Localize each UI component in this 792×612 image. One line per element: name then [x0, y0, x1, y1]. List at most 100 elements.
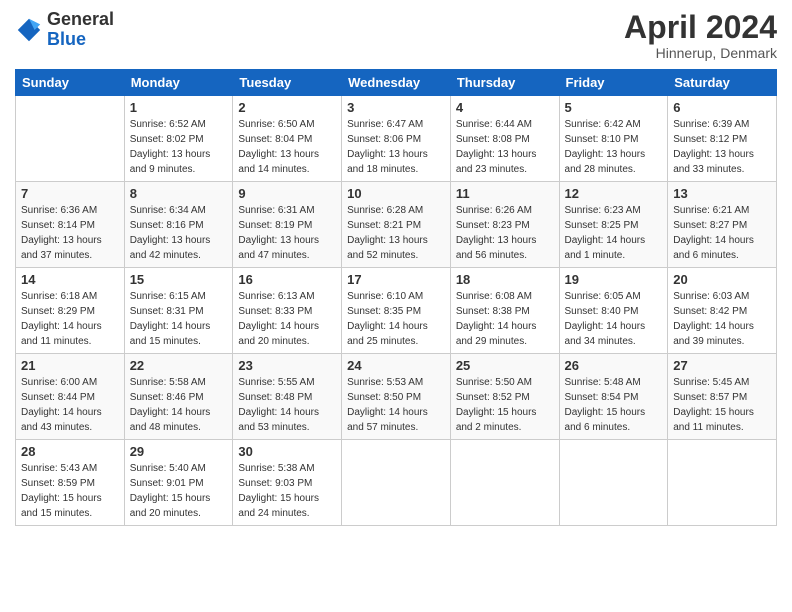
calendar-week-row: 1 Sunrise: 6:52 AMSunset: 8:02 PMDaylight… [16, 96, 777, 182]
calendar-header-thursday: Thursday [450, 70, 559, 96]
day-info: Sunrise: 6:05 AMSunset: 8:40 PMDaylight:… [565, 289, 663, 349]
calendar-cell: 28 Sunrise: 5:43 AMSunset: 8:59 PMDayligh… [16, 440, 125, 526]
calendar-cell: 22 Sunrise: 5:58 AMSunset: 8:46 PMDayligh… [124, 354, 233, 440]
day-info: Sunrise: 5:53 AMSunset: 8:50 PMDaylight:… [347, 375, 445, 435]
day-info: Sunrise: 5:38 AMSunset: 9:03 PMDaylight:… [238, 461, 336, 521]
day-info: Sunrise: 5:58 AMSunset: 8:46 PMDaylight:… [130, 375, 228, 435]
logo: General Blue [15, 10, 114, 50]
day-number: 8 [130, 186, 228, 201]
calendar-table: SundayMondayTuesdayWednesdayThursdayFrid… [15, 69, 777, 526]
day-number: 10 [347, 186, 445, 201]
calendar-cell: 3 Sunrise: 6:47 AMSunset: 8:06 PMDaylight… [342, 96, 451, 182]
day-info: Sunrise: 6:28 AMSunset: 8:21 PMDaylight:… [347, 203, 445, 263]
day-info: Sunrise: 6:42 AMSunset: 8:10 PMDaylight:… [565, 117, 663, 177]
logo-text: General Blue [47, 10, 114, 50]
day-info: Sunrise: 5:48 AMSunset: 8:54 PMDaylight:… [565, 375, 663, 435]
calendar-cell: 8Sunrise: 6:34 AMSunset: 8:16 PMDaylight… [124, 182, 233, 268]
calendar-cell: 5 Sunrise: 6:42 AMSunset: 8:10 PMDaylight… [559, 96, 668, 182]
day-info: Sunrise: 5:50 AMSunset: 8:52 PMDaylight:… [456, 375, 554, 435]
calendar-cell: 30 Sunrise: 5:38 AMSunset: 9:03 PMDayligh… [233, 440, 342, 526]
calendar-cell: 13Sunrise: 6:21 AMSunset: 8:27 PMDayligh… [668, 182, 777, 268]
calendar-header-saturday: Saturday [668, 70, 777, 96]
day-number: 30 [238, 444, 336, 459]
day-info: Sunrise: 6:36 AMSunset: 8:14 PMDaylight:… [21, 203, 119, 263]
day-info: Sunrise: 6:13 AMSunset: 8:33 PMDaylight:… [238, 289, 336, 349]
day-info: Sunrise: 6:52 AMSunset: 8:02 PMDaylight:… [130, 117, 228, 177]
day-info: Sunrise: 6:50 AMSunset: 8:04 PMDaylight:… [238, 117, 336, 177]
calendar-cell: 20Sunrise: 6:03 AMSunset: 8:42 PMDayligh… [668, 268, 777, 354]
day-info: Sunrise: 6:31 AMSunset: 8:19 PMDaylight:… [238, 203, 336, 263]
day-info: Sunrise: 6:47 AMSunset: 8:06 PMDaylight:… [347, 117, 445, 177]
calendar-week-row: 7 Sunrise: 6:36 AMSunset: 8:14 PMDaylight… [16, 182, 777, 268]
page: General Blue April 2024 Hinnerup, Denmar… [0, 0, 792, 541]
calendar-cell: 29Sunrise: 5:40 AMSunset: 9:01 PMDayligh… [124, 440, 233, 526]
subtitle: Hinnerup, Denmark [624, 45, 777, 61]
calendar-header-friday: Friday [559, 70, 668, 96]
day-number: 25 [456, 358, 554, 373]
calendar-cell [16, 96, 125, 182]
day-number: 23 [238, 358, 336, 373]
calendar-cell: 7 Sunrise: 6:36 AMSunset: 8:14 PMDaylight… [16, 182, 125, 268]
day-info: Sunrise: 6:08 AMSunset: 8:38 PMDaylight:… [456, 289, 554, 349]
day-info: Sunrise: 6:39 AMSunset: 8:12 PMDaylight:… [673, 117, 771, 177]
title-area: April 2024 Hinnerup, Denmark [624, 10, 777, 61]
calendar-cell: 17 Sunrise: 6:10 AMSunset: 8:35 PMDayligh… [342, 268, 451, 354]
day-number: 14 [21, 272, 119, 287]
day-info: Sunrise: 6:10 AMSunset: 8:35 PMDaylight:… [347, 289, 445, 349]
calendar-cell: 21Sunrise: 6:00 AMSunset: 8:44 PMDayligh… [16, 354, 125, 440]
calendar-week-row: 28 Sunrise: 5:43 AMSunset: 8:59 PMDayligh… [16, 440, 777, 526]
header: General Blue April 2024 Hinnerup, Denmar… [15, 10, 777, 61]
day-number: 27 [673, 358, 771, 373]
calendar-cell: 25 Sunrise: 5:50 AMSunset: 8:52 PMDayligh… [450, 354, 559, 440]
day-number: 1 [130, 100, 228, 115]
day-number: 6 [673, 100, 771, 115]
day-info: Sunrise: 6:23 AMSunset: 8:25 PMDaylight:… [565, 203, 663, 263]
calendar-cell: 9Sunrise: 6:31 AMSunset: 8:19 PMDaylight… [233, 182, 342, 268]
day-number: 2 [238, 100, 336, 115]
day-number: 4 [456, 100, 554, 115]
day-number: 28 [21, 444, 119, 459]
day-number: 12 [565, 186, 663, 201]
day-info: Sunrise: 6:44 AMSunset: 8:08 PMDaylight:… [456, 117, 554, 177]
logo-blue: Blue [47, 30, 114, 50]
calendar-cell: 16Sunrise: 6:13 AMSunset: 8:33 PMDayligh… [233, 268, 342, 354]
day-number: 13 [673, 186, 771, 201]
calendar-cell: 15Sunrise: 6:15 AMSunset: 8:31 PMDayligh… [124, 268, 233, 354]
calendar-cell: 18Sunrise: 6:08 AMSunset: 8:38 PMDayligh… [450, 268, 559, 354]
calendar-cell: 24 Sunrise: 5:53 AMSunset: 8:50 PMDayligh… [342, 354, 451, 440]
calendar-header-sunday: Sunday [16, 70, 125, 96]
calendar-header-tuesday: Tuesday [233, 70, 342, 96]
day-info: Sunrise: 5:55 AMSunset: 8:48 PMDaylight:… [238, 375, 336, 435]
day-number: 11 [456, 186, 554, 201]
day-number: 19 [565, 272, 663, 287]
calendar-cell: 26Sunrise: 5:48 AMSunset: 8:54 PMDayligh… [559, 354, 668, 440]
logo-general: General [47, 10, 114, 30]
day-info: Sunrise: 6:00 AMSunset: 8:44 PMDaylight:… [21, 375, 119, 435]
day-number: 15 [130, 272, 228, 287]
month-title: April 2024 [624, 10, 777, 45]
day-number: 17 [347, 272, 445, 287]
calendar-cell: 23 Sunrise: 5:55 AMSunset: 8:48 PMDayligh… [233, 354, 342, 440]
calendar-week-row: 14Sunrise: 6:18 AMSunset: 8:29 PMDayligh… [16, 268, 777, 354]
day-number: 22 [130, 358, 228, 373]
calendar-cell [559, 440, 668, 526]
calendar-cell [342, 440, 451, 526]
logo-icon [15, 16, 43, 44]
calendar-week-row: 21Sunrise: 6:00 AMSunset: 8:44 PMDayligh… [16, 354, 777, 440]
calendar-cell: 19 Sunrise: 6:05 AMSunset: 8:40 PMDayligh… [559, 268, 668, 354]
day-number: 5 [565, 100, 663, 115]
calendar-cell: 12 Sunrise: 6:23 AMSunset: 8:25 PMDayligh… [559, 182, 668, 268]
day-number: 3 [347, 100, 445, 115]
day-number: 7 [21, 186, 119, 201]
calendar-header-monday: Monday [124, 70, 233, 96]
calendar-cell [668, 440, 777, 526]
day-number: 24 [347, 358, 445, 373]
day-info: Sunrise: 5:43 AMSunset: 8:59 PMDaylight:… [21, 461, 119, 521]
calendar-cell: 2 Sunrise: 6:50 AMSunset: 8:04 PMDaylight… [233, 96, 342, 182]
calendar-cell: 4 Sunrise: 6:44 AMSunset: 8:08 PMDaylight… [450, 96, 559, 182]
day-number: 20 [673, 272, 771, 287]
day-info: Sunrise: 5:45 AMSunset: 8:57 PMDaylight:… [673, 375, 771, 435]
calendar-cell: 6 Sunrise: 6:39 AMSunset: 8:12 PMDaylight… [668, 96, 777, 182]
calendar-cell [450, 440, 559, 526]
calendar-header-row: SundayMondayTuesdayWednesdayThursdayFrid… [16, 70, 777, 96]
